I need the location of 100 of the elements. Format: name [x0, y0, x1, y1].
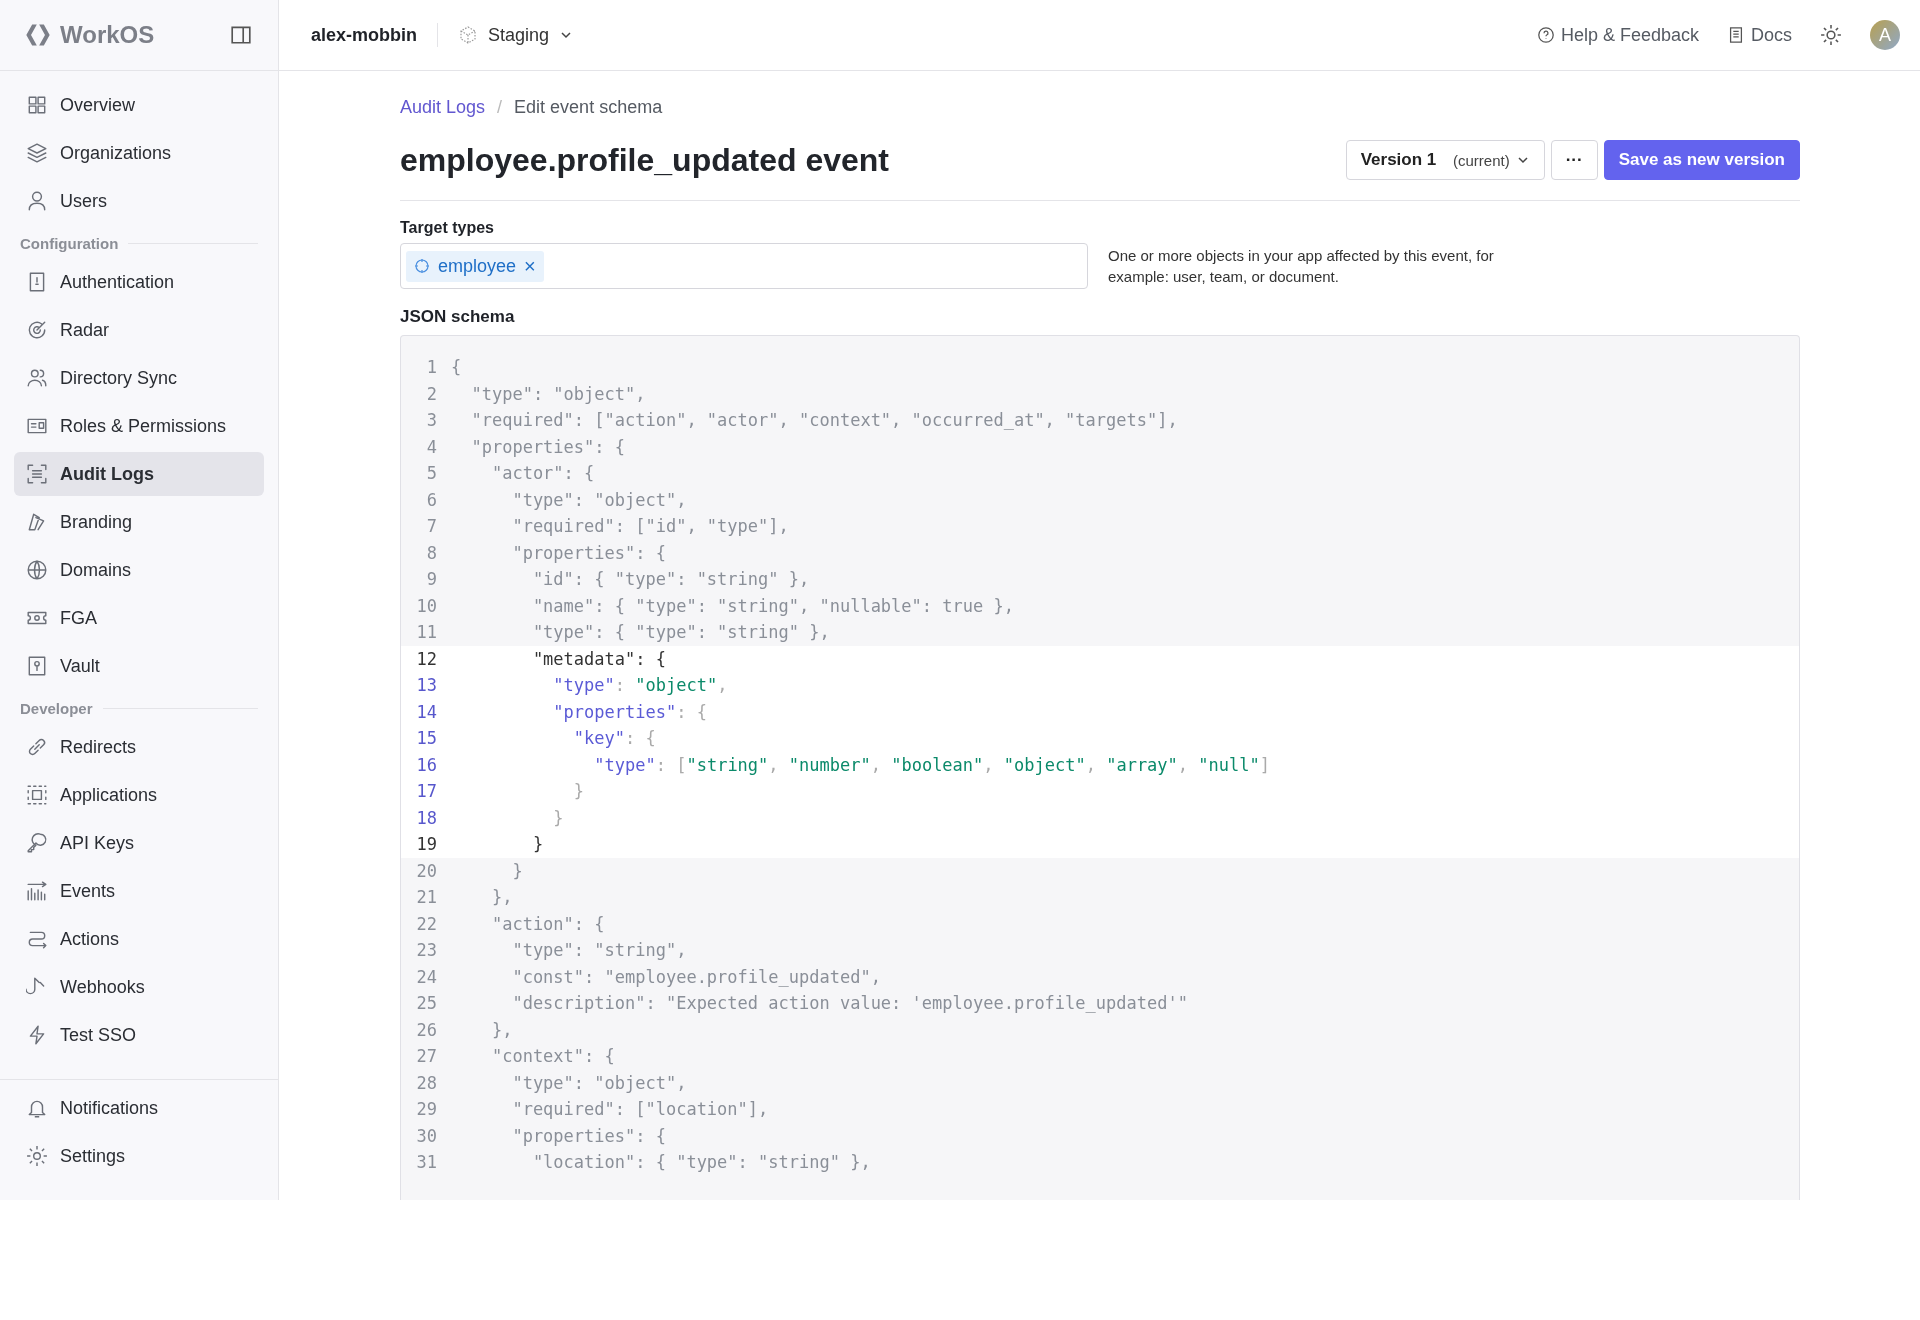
breadcrumb-link[interactable]: Audit Logs: [400, 97, 486, 118]
code-line: },: [490, 887, 513, 908]
line-number: 17: [415, 781, 437, 802]
line-number: 12: [415, 648, 437, 669]
target-icon: [414, 258, 430, 274]
sidebar-item[interactable]: Directory Sync: [14, 356, 264, 400]
code-line: "properties": {: [511, 542, 666, 563]
line-number: 23: [415, 940, 437, 961]
line-number: 19: [415, 834, 437, 855]
code-line: }: [531, 834, 544, 855]
code-line: "key": {: [572, 728, 656, 749]
sidebar-item[interactable]: API Keys: [14, 821, 264, 865]
field-label: Target types: [400, 219, 495, 237]
field-label: JSON schema: [400, 307, 516, 327]
code-line: "context": {: [490, 1046, 615, 1067]
environment-dropdown[interactable]: Staging: [458, 24, 574, 46]
sidebar-item[interactable]: Vault: [14, 644, 264, 688]
sidebar-item[interactable]: Users: [14, 179, 264, 223]
more-button[interactable]: ···: [1550, 140, 1598, 180]
workspace-name[interactable]: alex-mobbin: [311, 24, 417, 46]
sidebar-item[interactable]: Test SSO: [14, 1013, 264, 1057]
sidebar-item[interactable]: Organizations: [14, 131, 264, 175]
target-tag[interactable]: employee ×: [406, 250, 544, 282]
code-line: "type": "object",: [470, 383, 646, 404]
sidebar-item[interactable]: Events: [14, 869, 264, 913]
page-title: employee.profile_updated event: [400, 141, 889, 179]
target-types-field[interactable]: employee ×: [400, 243, 1088, 289]
save-button[interactable]: Save as new version: [1603, 140, 1800, 180]
code-line: "type": { "type": "string" },: [531, 622, 830, 643]
line-number: 31: [415, 1152, 437, 1173]
sidebar-item[interactable]: Authentication: [14, 260, 264, 304]
code-line: "const": "employee.profile_updated",: [511, 966, 881, 987]
sidebar-item[interactable]: Overview: [14, 83, 264, 127]
line-number: 15: [415, 728, 437, 749]
layers-icon: [26, 142, 48, 164]
help-icon: [1536, 26, 1555, 44]
line-number: 11: [415, 622, 437, 643]
line-number: 20: [415, 860, 437, 881]
sidebar-item[interactable]: FGA: [14, 596, 264, 640]
theme-toggle-icon[interactable]: [1820, 24, 1842, 46]
header-link[interactable]: Docs: [1727, 24, 1792, 46]
sidebar-item[interactable]: Settings: [14, 1134, 264, 1178]
code-line: "type": "string",: [511, 940, 687, 961]
cube-icon: [458, 25, 478, 45]
brand-name: WorkOS: [60, 21, 155, 49]
code-line: "properties": {: [552, 701, 707, 722]
breadcrumb-current: Edit event schema: [514, 97, 663, 118]
line-number: 27: [415, 1046, 437, 1067]
sidebar-item[interactable]: Audit Logs: [14, 452, 264, 496]
code-line: "required": ["id", "type"],: [511, 516, 789, 537]
code-line: },: [490, 1019, 513, 1040]
sidebar-item[interactable]: Redirects: [14, 725, 264, 769]
line-number: 29: [415, 1099, 437, 1120]
line-number: 22: [415, 913, 437, 934]
code-line: "required": ["location"],: [511, 1099, 769, 1120]
code-line: "type": "object",: [552, 675, 728, 696]
sidebar-item[interactable]: Roles & Permissions: [14, 404, 264, 448]
sidebar-item[interactable]: Notifications: [14, 1086, 264, 1130]
code-line: "action": {: [490, 913, 605, 934]
users-icon: [26, 367, 48, 389]
line-number: 7: [425, 516, 437, 537]
code-line: "required": ["action", "actor", "context", "occurred_at", "targets"],: [470, 410, 1178, 431]
sidebar-toggle-icon[interactable]: [230, 24, 252, 46]
chart-icon: [26, 880, 48, 902]
version-dropdown[interactable]: Version 1 (current): [1345, 140, 1545, 180]
sidebar-item[interactable]: Radar: [14, 308, 264, 352]
sidebar-item[interactable]: Applications: [14, 773, 264, 817]
link-icon: [26, 736, 48, 758]
header-link[interactable]: Help & Feedback: [1536, 24, 1699, 46]
code-line: "properties": {: [470, 436, 625, 457]
line-number: 16: [415, 754, 437, 775]
sidebar-item[interactable]: Branding: [14, 500, 264, 544]
code-line: "properties": {: [511, 1125, 666, 1146]
code-line: "description": "Expected action value: 'employee.profile_updated'": [511, 993, 1188, 1014]
sidebar-item[interactable]: Webhooks: [14, 965, 264, 1009]
line-number: 9: [425, 569, 437, 590]
code-line: "type": "object",: [511, 1072, 687, 1093]
code-line: }: [511, 860, 523, 881]
grid-icon: [26, 94, 48, 116]
breadcrumb-separator: /: [497, 97, 503, 118]
code-line: "type": "object",: [511, 489, 687, 510]
section-heading: Configuration: [20, 235, 119, 252]
sidebar-item[interactable]: Actions: [14, 917, 264, 961]
line-number: 24: [415, 966, 437, 987]
user-icon: [26, 190, 48, 212]
line-number: 25: [415, 993, 437, 1014]
line-number: 5: [425, 463, 437, 484]
remove-tag-button[interactable]: ×: [524, 256, 536, 276]
code-line: {: [451, 357, 462, 378]
code-line: "metadata": {: [531, 648, 666, 669]
code-line: "name": { "type": "string", "nullable": true },: [531, 595, 1014, 616]
line-number: 26: [415, 1019, 437, 1040]
line-number: 30: [415, 1125, 437, 1146]
line-number: 3: [425, 410, 437, 431]
line-number: 18: [415, 807, 437, 828]
line-number: 14: [415, 701, 437, 722]
sidebar-item[interactable]: Domains: [14, 548, 264, 592]
line-number: 10: [415, 595, 437, 616]
code-line: }: [552, 807, 564, 828]
target-icon: [26, 319, 48, 341]
